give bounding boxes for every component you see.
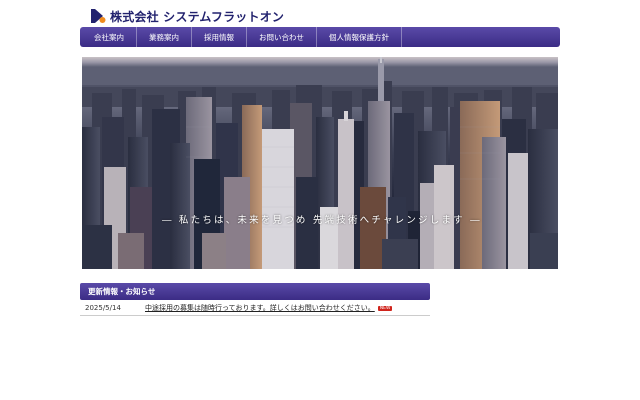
nav-item-company[interactable]: 会社案内: [80, 27, 137, 47]
new-badge: NEW: [377, 305, 393, 311]
city-skyline-illustration: [82, 57, 558, 269]
main-nav: 会社案内 業務案内 採用情報 お問い合わせ 個人情報保護方針: [80, 27, 560, 47]
news-date: 2025/5/14: [85, 304, 121, 312]
nav-item-privacy[interactable]: 個人情報保護方針: [317, 27, 402, 47]
news-link[interactable]: 中途採用の募集は随時行っております。詳しくはお問い合わせください。: [145, 303, 375, 313]
site-header: 株式会社 システムフラットオン: [90, 6, 284, 26]
hero-tagline: ― 私たちは、未来を見つめ 先端技術へチャレンジします ―: [162, 215, 482, 226]
news-list-item: 2025/5/14 中途採用の募集は随時行っております。詳しくはお問い合わせくだ…: [80, 301, 430, 316]
nav-item-contact[interactable]: お問い合わせ: [247, 27, 317, 47]
company-logo-icon[interactable]: [90, 8, 106, 24]
company-name[interactable]: 株式会社 システムフラットオン: [110, 8, 284, 25]
footer-logo-partial-icon: [190, 393, 212, 400]
news-section-header: 更新情報・お知らせ: [80, 283, 430, 300]
nav-item-business[interactable]: 業務案内: [137, 27, 192, 47]
hero-cityscape-image: ― 私たちは、未来を見つめ 先端技術へチャレンジします ―: [82, 57, 558, 269]
page: 株式会社 システムフラットオン 会社案内 業務案内 採用情報 お問い合わせ 個人…: [0, 0, 640, 400]
nav-item-recruit[interactable]: 採用情報: [192, 27, 247, 47]
